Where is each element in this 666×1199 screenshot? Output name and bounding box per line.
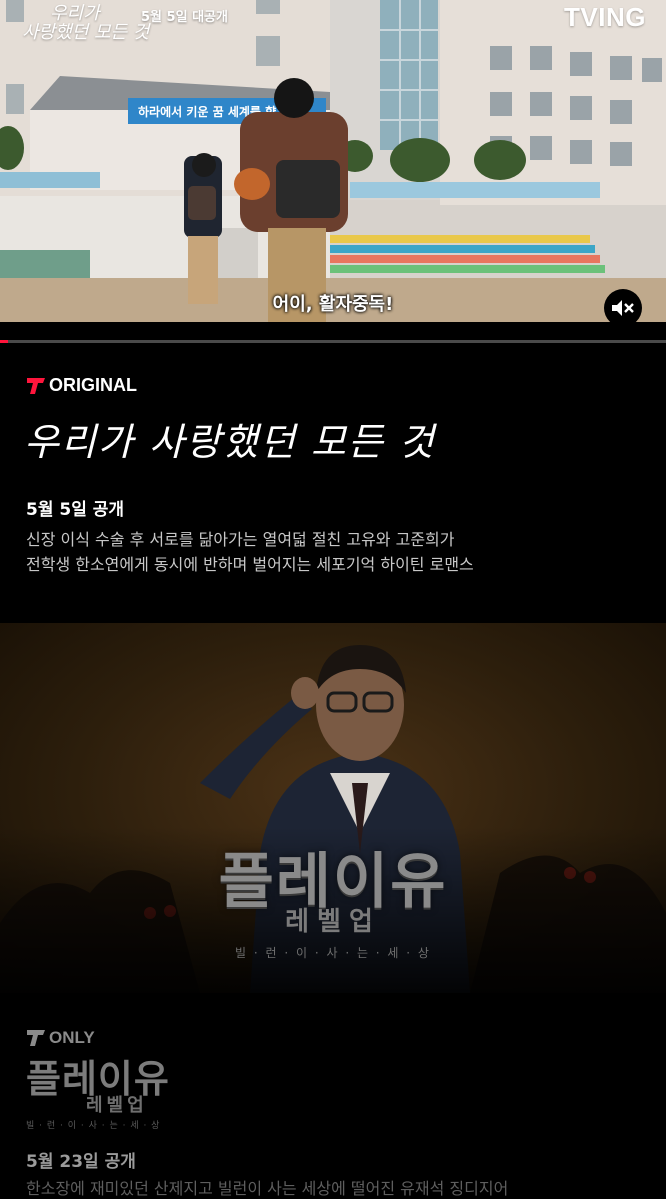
person-small: [184, 153, 222, 304]
mute-button[interactable]: [604, 289, 642, 322]
featured-description-line2: 전학생 한소연에게 동시에 반하며 벌어지는 세포기억 하이틴 로맨스: [26, 555, 474, 574]
featured-show-info[interactable]: ORIGINAL 우리가 사랑했던 모든 것 5월 5일 공개 신장 이식 수술…: [0, 343, 666, 623]
poster-tagline: 빌 · 런 · 이 · 사 · 는 · 세 · 상: [235, 946, 431, 960]
poster-subtitle: 레벨업: [285, 906, 381, 936]
release-badge: 5월 5일 대공개: [141, 10, 228, 25]
next-release-date: 5월 23일 공개: [26, 1152, 136, 1172]
volume-mute-icon: [612, 300, 634, 316]
show-title-logo: 우리가 사랑했던 모든 것: [22, 4, 149, 42]
featured-release-date: 5월 5일 공개: [26, 500, 125, 520]
only-badge: ONLY: [26, 1028, 95, 1048]
featured-description-line1: 신장 이식 수술 후 서로를 닮아가는 열여덟 절친 고유와 고준희가: [26, 530, 455, 549]
next-show-subtitle-logo: 레벨업: [86, 1095, 148, 1115]
next-show-tagline: 빌 · 런 · 이 · 사 · 는 · 세 · 상: [26, 1121, 161, 1131]
only-badge-label: ONLY: [49, 1028, 95, 1047]
tving-logo-icon: [27, 377, 45, 394]
next-show-info[interactable]: ONLY 플레이유 레벨업 빌 · 런 · 이 · 사 · 는 · 세 · 상 …: [0, 993, 666, 1198]
original-badge: ORIGINAL: [26, 375, 137, 396]
video-subtitle: 어이, 활자중독!: [272, 294, 394, 315]
video-player[interactable]: 하라에서 키운 꿈 세계를 향 우리가 사랑했던 모든 것 5월 5일 대공개 …: [0, 0, 666, 322]
featured-description: 신장 이식 수술 후 서로를 닮아가는 열여덟 절친 고유와 고준희가 전학생 …: [26, 527, 646, 577]
original-badge-label: ORIGINAL: [49, 375, 137, 395]
show-title-logo-line1: 우리가: [50, 3, 100, 24]
video-frame: 하라에서 키운 꿈 세계를 향: [0, 0, 666, 322]
show-title-logo-line2: 사랑했던 모든 것: [22, 22, 150, 43]
tving-logo-icon: [27, 1030, 45, 1046]
featured-show-title: 우리가 사랑했던 모든 것: [24, 420, 436, 464]
next-description: 한소장에 재미있던 산제지고 빌런이 사는 세상에 떨어진 유재석 징디지어: [26, 1179, 509, 1198]
brand-logo: TVING: [564, 2, 646, 32]
next-show-poster[interactable]: 플레이유 레벨업 빌 · 런 · 이 · 사 · 는 · 세 · 상: [0, 623, 666, 993]
